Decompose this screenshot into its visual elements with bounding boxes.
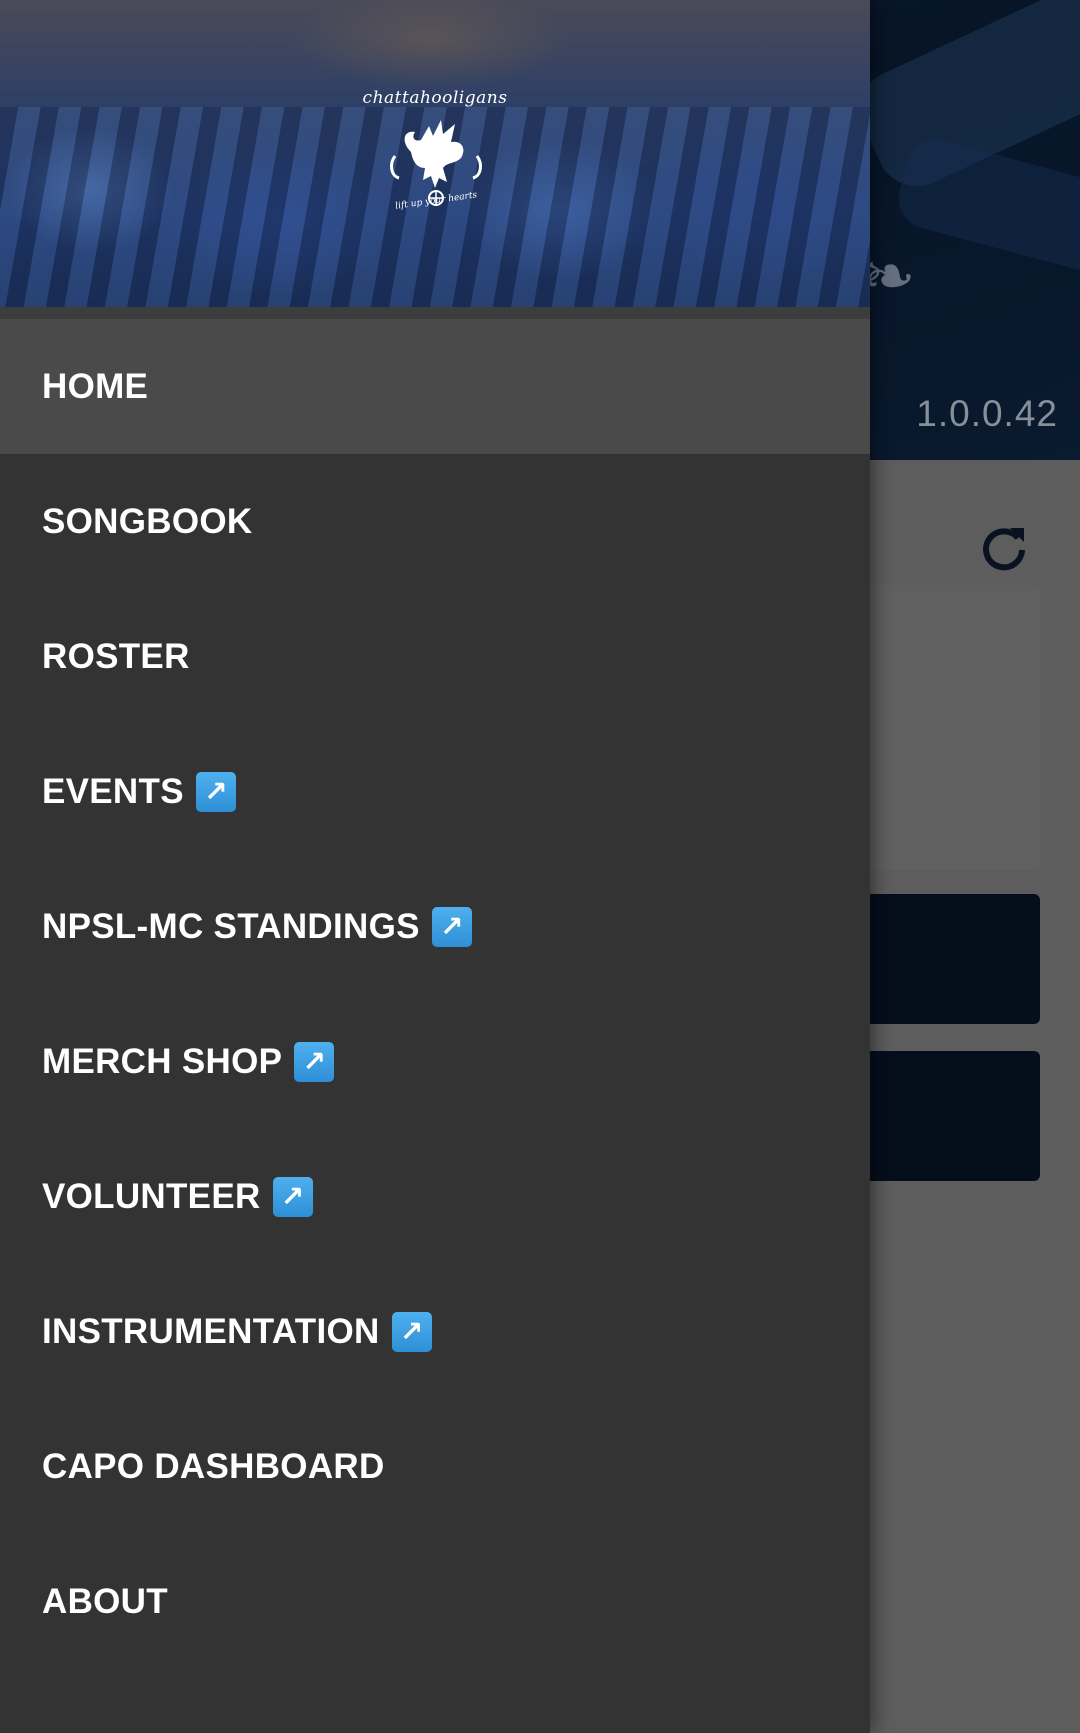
- menu-item-label: CAPO DASHBOARD: [42, 1446, 385, 1486]
- menu-item-volunteer[interactable]: VOLUNTEER ↗: [0, 1129, 870, 1264]
- menu-item-songbook[interactable]: SONGBOOK: [0, 454, 870, 589]
- external-link-icon: ↗: [272, 1176, 313, 1217]
- menu-item-home[interactable]: HOME: [0, 319, 870, 454]
- app-screen: ❧ 1.0.0.42 chattahooligans lift up your …: [0, 0, 1080, 1733]
- external-link-icon: ↗: [294, 1041, 335, 1082]
- external-link-icon: ↗: [431, 906, 472, 947]
- menu-item-label: EVENTS: [42, 771, 184, 811]
- menu-item-label: INSTRUMENTATION: [42, 1311, 380, 1351]
- menu-item-label: ROSTER: [42, 636, 190, 676]
- menu-item-capo-dashboard[interactable]: CAPO DASHBOARD: [0, 1399, 870, 1534]
- menu-item-roster[interactable]: ROSTER: [0, 589, 870, 724]
- menu-item-merch-shop[interactable]: MERCH SHOP ↗: [0, 994, 870, 1129]
- menu-item-label: VOLUNTEER: [42, 1176, 261, 1216]
- navigation-drawer: chattahooligans lift up your hearts HOME…: [0, 0, 870, 1733]
- menu-item-standings[interactable]: NPSL-MC STANDINGS ↗: [0, 859, 870, 994]
- drawer-header-image: chattahooligans lift up your hearts: [0, 0, 870, 307]
- menu-item-label: NPSL-MC STANDINGS: [42, 906, 420, 946]
- external-link-icon: ↗: [391, 1311, 432, 1352]
- header-divider: [0, 307, 870, 319]
- drawer-menu: HOME SONGBOOK ROSTER EVENTS ↗ NPSL-MC ST…: [0, 319, 870, 1669]
- logo-text: chattahooligans: [362, 88, 508, 108]
- menu-item-label: ABOUT: [42, 1581, 168, 1621]
- external-link-icon: ↗: [195, 771, 236, 812]
- menu-item-label: MERCH SHOP: [42, 1041, 283, 1081]
- menu-item-label: HOME: [42, 366, 149, 406]
- menu-item-about[interactable]: ABOUT: [0, 1534, 870, 1669]
- menu-item-label: SONGBOOK: [42, 501, 253, 541]
- menu-item-instrumentation[interactable]: INSTRUMENTATION ↗: [0, 1264, 870, 1399]
- menu-item-events[interactable]: EVENTS ↗: [0, 724, 870, 859]
